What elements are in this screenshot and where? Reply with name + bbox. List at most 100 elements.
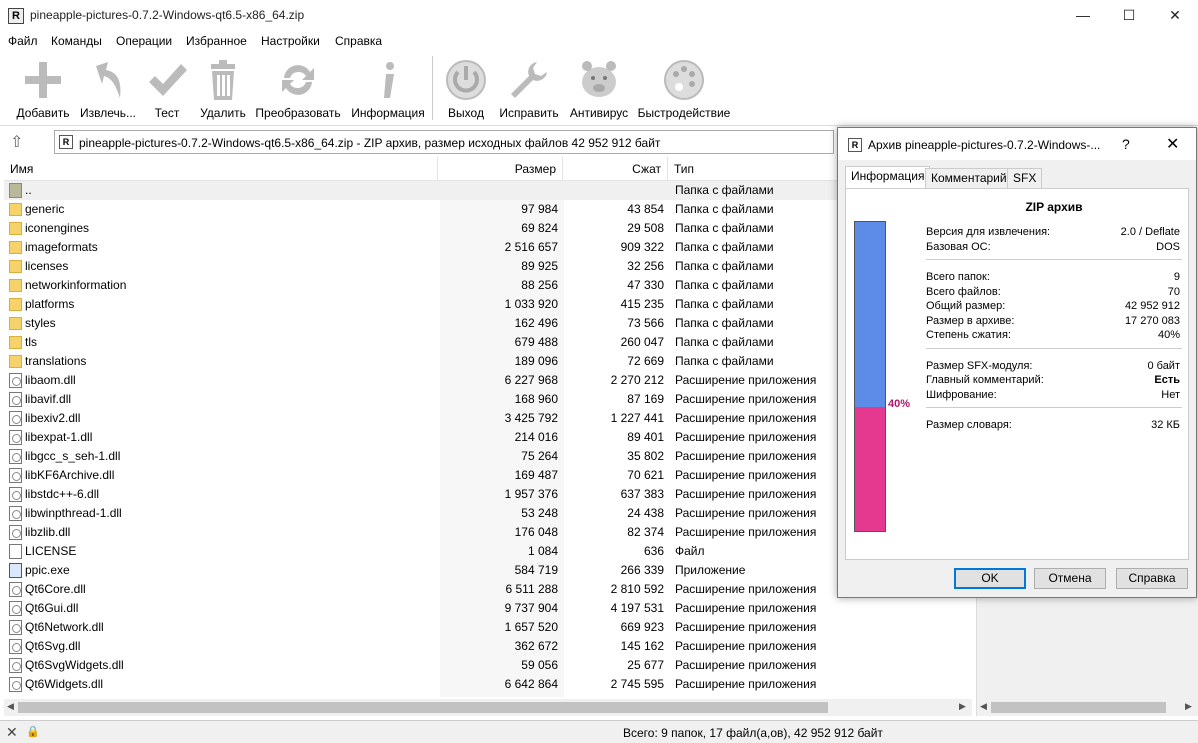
table-row[interactable]: libexiv2.dll 3 425 792 1 227 441 Расширение… — [4, 409, 972, 428]
file-name: Qt6Network.dll — [25, 620, 104, 634]
table-row[interactable]: networkinformation 88 256 47 330 Папка с фа… — [4, 276, 972, 295]
extract-button[interactable]: Извлечь... — [77, 54, 139, 124]
benchmark-button[interactable]: Быстродействие — [636, 54, 732, 124]
dialog-close-button[interactable]: ✕ — [1166, 134, 1179, 154]
address-bar: ⇧ R pineapple-pictures-0.7.2-Windows-qt6… — [0, 128, 836, 154]
table-row[interactable]: libgcc_s_seh-1.dll 75 264 35 802 Расширение… — [4, 447, 972, 466]
extract-icon — [96, 62, 121, 98]
table-row[interactable]: styles 162 496 73 566 Папка с файлами — [4, 314, 972, 333]
file-name: translations — [25, 354, 87, 368]
column-header-name[interactable]: Имя — [4, 157, 438, 181]
menu-file[interactable]: Файл — [8, 34, 38, 48]
menu-help[interactable]: Справка — [335, 34, 382, 48]
minimize-button[interactable]: — — [1060, 0, 1106, 30]
table-row[interactable]: Qt6Svg.dll 362 672 145 162 Расширение прило… — [4, 637, 972, 656]
column-header-size[interactable]: Размер — [438, 157, 563, 181]
table-row[interactable]: translations 189 096 72 669 Папка с файлами — [4, 352, 972, 371]
table-row[interactable]: Qt6Gui.dll 9 737 904 4 197 531 Расширение п… — [4, 599, 972, 618]
menu-favorites[interactable]: Избранное — [186, 34, 247, 48]
table-row[interactable]: LICENSE 1 084 636 Файл — [4, 542, 972, 561]
tab-sfx[interactable]: SFX — [1007, 168, 1043, 188]
menu-operations[interactable]: Операции — [116, 34, 172, 48]
file-size: 214 016 — [514, 430, 558, 444]
table-row[interactable]: Qt6SvgWidgets.dll 59 056 25 677 Расширение … — [4, 656, 972, 675]
table-row[interactable]: .. Папка с файлами — [4, 181, 972, 200]
dll-icon — [9, 677, 22, 692]
dialog-help-button[interactable]: ? — [1122, 136, 1130, 152]
file-packed-size: 32 256 — [627, 259, 664, 273]
table-row[interactable]: libaom.dll 6 227 968 2 270 212 Расширение п… — [4, 371, 972, 390]
right-horizontal-scrollbar[interactable]: ◀ ▶ — [977, 699, 1198, 716]
scroll-left-arrow-icon[interactable]: ◀ — [7, 701, 14, 712]
file-packed-size: 29 508 — [627, 221, 664, 235]
exit-button[interactable]: Выход — [442, 54, 490, 124]
table-row[interactable]: libzlib.dll 176 048 82 374 Расширение прило… — [4, 523, 972, 542]
horizontal-scrollbar[interactable]: ◀ ▶ — [4, 699, 972, 716]
winrar-app-icon: R — [8, 8, 24, 24]
table-row[interactable]: libKF6Archive.dll 169 487 70 621 Расширение… — [4, 466, 972, 485]
table-row[interactable]: libwinpthread-1.dll 53 248 24 438 Расширени… — [4, 504, 972, 523]
help-button[interactable]: Справка — [1116, 568, 1188, 589]
tab-comment[interactable]: Комментарий — [925, 168, 1013, 188]
scrollbar-thumb[interactable] — [991, 702, 1166, 713]
maximize-button[interactable]: ☐ — [1106, 0, 1152, 30]
property-value: 70 — [1167, 285, 1180, 298]
test-check-icon — [149, 64, 187, 96]
folder-icon — [9, 222, 22, 235]
table-row[interactable]: platforms 1 033 920 415 235 Папка с файлами — [4, 295, 972, 314]
property-label: Шифрование: — [926, 388, 997, 401]
convert-button[interactable]: Преобразовать — [254, 54, 342, 124]
scroll-left-arrow-icon[interactable]: ◀ — [980, 701, 987, 712]
table-row[interactable]: Qt6Core.dll 6 511 288 2 810 592 Расширение … — [4, 580, 972, 599]
table-row[interactable]: iconengines 69 824 29 508 Папка с файлами — [4, 219, 972, 238]
cancel-button[interactable]: Отмена — [1034, 568, 1106, 589]
table-row[interactable]: imageformats 2 516 657 909 322 Папка с файл… — [4, 238, 972, 257]
disk-icon[interactable]: ✕ — [6, 724, 18, 741]
scroll-right-arrow-icon[interactable]: ▶ — [1185, 701, 1192, 712]
title-bar: R pineapple-pictures-0.7.2-Windows-qt6.5… — [0, 0, 1198, 30]
column-header-packed[interactable]: Сжат — [563, 157, 668, 181]
info-icon — [384, 62, 394, 98]
antivirus-button[interactable]: Антивирус — [566, 54, 632, 124]
property-label: Главный комментарий: — [926, 374, 1044, 386]
up-folder-button[interactable]: ⇧ — [10, 132, 34, 152]
table-row[interactable]: libexpat-1.dll 214 016 89 401 Расширение пр… — [4, 428, 972, 447]
file-packed-size: 25 677 — [627, 658, 664, 672]
unpacked-portion — [855, 222, 885, 407]
toolbar-separator — [432, 56, 433, 120]
file-size: 162 496 — [514, 316, 558, 330]
table-row[interactable]: Qt6Widgets.dll 6 642 864 2 745 595 Расширен… — [4, 675, 972, 694]
file-rows: .. Папка с файлами generic 97 984 43 854 Папк… — [4, 181, 972, 694]
file-name: libgcc_s_seh-1.dll — [25, 449, 121, 463]
add-button[interactable]: Добавить — [12, 54, 74, 124]
dll-icon — [9, 601, 22, 616]
lock-icon[interactable]: 🔒 — [26, 725, 40, 738]
repair-button[interactable]: Исправить — [496, 54, 562, 124]
table-row[interactable]: Qt6Network.dll 1 657 520 669 923 Расширение… — [4, 618, 972, 637]
tab-info[interactable]: Информация — [845, 166, 931, 189]
menu-commands[interactable]: Команды — [51, 34, 102, 48]
test-button[interactable]: Тест — [142, 54, 192, 124]
file-packed-size: 47 330 — [627, 278, 664, 292]
folder-icon — [9, 355, 22, 368]
table-row[interactable]: generic 97 984 43 854 Папка с файлами — [4, 200, 972, 219]
table-row[interactable]: libstdc++-6.dll 1 957 376 637 383 Расширени… — [4, 485, 972, 504]
file-size: 1 033 920 — [504, 297, 558, 311]
file-type: Папка с файлами — [675, 297, 774, 311]
property-label: Всего файлов: — [926, 285, 1001, 298]
dll-icon — [9, 525, 22, 540]
close-button[interactable]: ✕ — [1152, 0, 1198, 30]
scrollbar-thumb[interactable] — [18, 702, 828, 713]
table-row[interactable]: ppic.exe 584 719 266 339 Приложение — [4, 561, 972, 580]
table-row[interactable]: libavif.dll 168 960 87 169 Расширение прило… — [4, 390, 972, 409]
info-button[interactable]: Информация — [348, 54, 428, 124]
table-row[interactable]: tls 679 488 260 047 Папка с файлами — [4, 333, 972, 352]
ok-button[interactable]: OK — [954, 568, 1026, 589]
menu-settings[interactable]: Настройки — [261, 34, 320, 48]
address-field[interactable]: R pineapple-pictures-0.7.2-Windows-qt6.5… — [54, 130, 834, 154]
file-size: 1 084 — [527, 544, 558, 558]
table-row[interactable]: licenses 89 925 32 256 Папка с файлами — [4, 257, 972, 276]
scroll-right-arrow-icon[interactable]: ▶ — [959, 701, 966, 712]
delete-button[interactable]: Удалить — [196, 54, 250, 124]
property-value: 9 — [1173, 271, 1180, 283]
